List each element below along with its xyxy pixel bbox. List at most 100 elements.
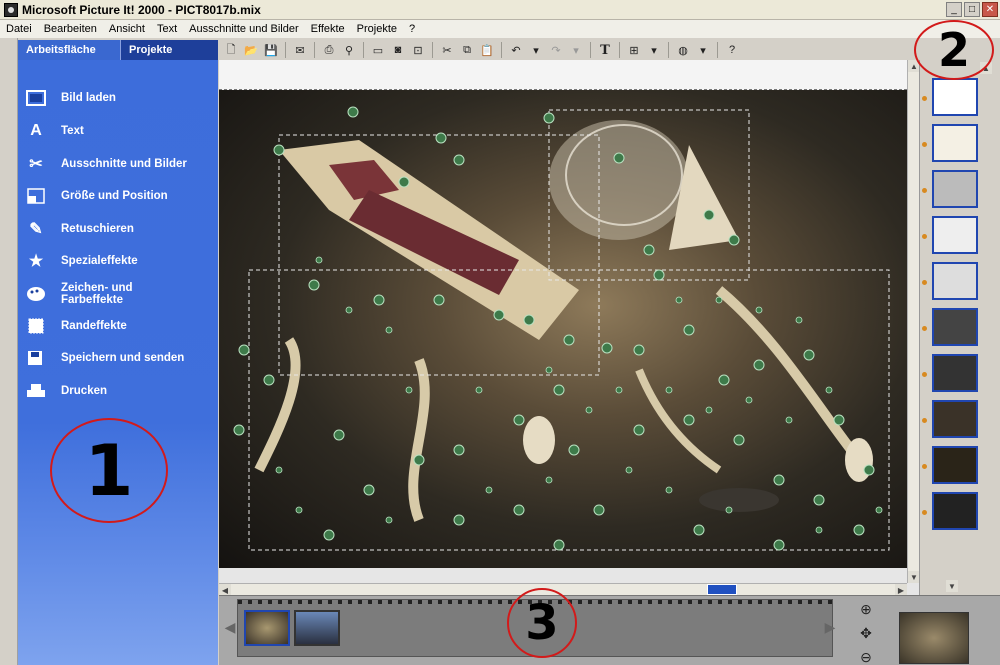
tab-arbeitsflaeche[interactable]: Arbeitsfläche [18, 40, 120, 60]
thumbnail-item[interactable] [932, 216, 978, 254]
sidebar-item-label: Text [61, 125, 84, 137]
find-binoculars-icon[interactable]: ⚲ [340, 41, 358, 59]
save-icon[interactable]: 💾 [262, 41, 280, 59]
thumb-indicator [922, 326, 927, 331]
toolbar-separator [314, 42, 315, 58]
new-file-icon[interactable]: 🗋 [222, 41, 240, 59]
thumbnail-item[interactable] [932, 308, 978, 346]
paste-icon[interactable]: 📋 [478, 41, 496, 59]
object-thumbnail-panel: ▲ ▼ 2 [914, 20, 1000, 595]
sidebar-item-ausschnitte[interactable]: ✂ Ausschnitte und Bilder [26, 154, 187, 174]
toolbar-separator [363, 42, 364, 58]
menu-text[interactable]: Text [151, 23, 183, 35]
sidebar-item-label: Größe und Position [61, 190, 168, 202]
open-folder-icon[interactable]: 📂 [242, 41, 260, 59]
sidebar-item-spezialeffekte[interactable]: ★ Spezialeffekte [26, 251, 138, 271]
redo-icon[interactable]: ↷ [547, 41, 565, 59]
menu-ansicht[interactable]: Ansicht [103, 23, 151, 35]
sidebar-item-groesse[interactable]: Größe und Position [26, 186, 168, 206]
sidebar-item-text[interactable]: A Text [26, 121, 84, 141]
menu-ausschnitte[interactable]: Ausschnitte und Bilder [183, 23, 304, 35]
object-position-indicator[interactable] [707, 584, 737, 595]
page-preview[interactable] [899, 612, 969, 664]
picture-frame-icon [26, 88, 46, 108]
undo-dropdown-icon[interactable]: ▾ [527, 41, 545, 59]
sidebar-item-retuschieren[interactable]: ✎ Retuschieren [26, 219, 134, 239]
letter-a-icon: A [30, 122, 42, 139]
sidebar-item-label: Zeichen- und Farbeffekte [61, 282, 133, 306]
thumbnail-item[interactable] [932, 400, 978, 438]
thumbnail-item[interactable] [932, 124, 978, 162]
sidebar-item-speichern[interactable]: Speichern und senden [26, 348, 184, 368]
thumb-scroll-down-icon[interactable]: ▼ [946, 580, 958, 592]
undo-icon[interactable]: ↶ [507, 41, 525, 59]
sidebar-item-label: Bild laden [61, 92, 116, 104]
sidebar-item-randeffekte[interactable]: Randeffekte [26, 316, 127, 336]
maximize-icon[interactable]: □ [964, 2, 980, 17]
tab-projekte[interactable]: Projekte [120, 40, 218, 60]
sidebar-item-bild-laden[interactable]: Bild laden [26, 88, 116, 108]
annotation-circle-2: 2 [914, 20, 994, 80]
zoom-in-icon[interactable]: ⊕ [857, 600, 875, 618]
camera-icon[interactable]: ◙ [389, 41, 407, 59]
menu-datei[interactable]: Datei [0, 23, 38, 35]
close-icon[interactable]: ✕ [982, 2, 998, 17]
arrange-dropdown-icon[interactable]: ▾ [645, 41, 663, 59]
redo-dropdown-icon[interactable]: ▾ [567, 41, 585, 59]
sidebar-item-label: Ausschnitte und Bilder [61, 158, 187, 170]
palette-icon [26, 284, 46, 304]
robot-leg-left [254, 337, 301, 473]
sidebar-item-label-line1: Zeichen- und [61, 282, 133, 294]
window-title: Microsoft Picture It! 2000 - PICT8017b.m… [22, 2, 261, 17]
thumbnail-item[interactable] [932, 262, 978, 300]
thumbnail-item[interactable] [932, 354, 978, 392]
thumbnail-item[interactable] [932, 446, 978, 484]
filmstrip-bar: ◀ ▶ ⊕ ✥ ⊖ 3 [219, 588, 1000, 665]
canvas-horizontal-scrollbar[interactable]: ◀ ▶ [219, 583, 907, 596]
glass-sphere [549, 120, 689, 240]
arrange-icon[interactable]: ⊞ [625, 41, 643, 59]
menu-bearbeiten[interactable]: Bearbeiten [38, 23, 103, 35]
photo-canvas[interactable] [219, 90, 907, 568]
left-edge-strip [0, 38, 18, 665]
robot-shadow [699, 488, 779, 512]
minimize-icon[interactable]: _ [946, 2, 962, 17]
fit-view-icon[interactable]: ✥ [857, 624, 875, 642]
thumb-indicator [922, 142, 927, 147]
menu-projekte[interactable]: Projekte [351, 23, 403, 35]
thumb-indicator [922, 188, 927, 193]
menu-help[interactable]: ? [403, 23, 421, 35]
thumbnail-item[interactable] [932, 78, 978, 116]
film-scroll-right-icon[interactable]: ▶ [821, 618, 839, 636]
photo-illustration [233, 106, 890, 551]
scanner-icon[interactable]: ▭ [369, 41, 387, 59]
menu-effekte[interactable]: Effekte [305, 23, 351, 35]
canvas-vertical-scrollbar[interactable]: ▲ ▼ [907, 60, 920, 583]
toolbar-separator [717, 42, 718, 58]
thumbnail-item[interactable] [932, 170, 978, 208]
copy-icon[interactable]: ⧉ [458, 41, 476, 59]
retouch-brush-icon: ✎ [29, 221, 43, 238]
mail-icon[interactable]: ✉ [291, 41, 309, 59]
help-icon[interactable]: ? [723, 41, 741, 59]
text-tool-button[interactable]: T [596, 41, 614, 59]
sidebar-item-label: Speichern und senden [61, 352, 185, 364]
scissors-icon: ✂ [29, 156, 43, 173]
printer-icon [26, 381, 46, 401]
task-sidebar: Bild laden A Text ✂ Ausschnitte und Bild… [18, 60, 218, 665]
film-frame[interactable] [294, 610, 340, 646]
crop-icon[interactable]: ⊡ [409, 41, 427, 59]
sidebar-item-zeichen-farbeffekte[interactable]: Zeichen- und Farbeffekte [26, 282, 133, 306]
robot-leg-right [715, 286, 863, 464]
cut-icon[interactable]: ✂ [438, 41, 456, 59]
thumb-indicator [922, 280, 927, 285]
border-icon [26, 316, 46, 336]
film-frame-current[interactable] [244, 610, 290, 646]
print-icon[interactable]: ⎙ [320, 41, 338, 59]
thumbnail-item[interactable] [932, 492, 978, 530]
web-globe-icon[interactable]: ◍ [674, 41, 692, 59]
sidebar-item-drucken[interactable]: Drucken [26, 381, 107, 401]
annotation-circle-1: 1 [50, 418, 168, 523]
zoom-out-icon[interactable]: ⊖ [857, 648, 875, 665]
web-dropdown-icon[interactable]: ▾ [694, 41, 712, 59]
